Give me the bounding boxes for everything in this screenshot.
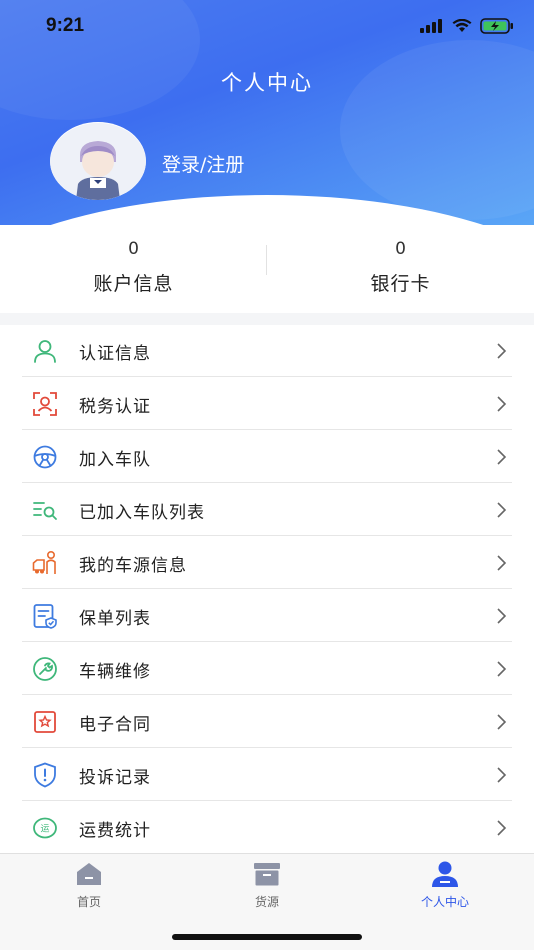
wifi-icon <box>452 19 472 32</box>
signal-icon <box>420 19 442 33</box>
menu-item-label: 保单列表 <box>79 609 151 629</box>
menu-item-policy-list[interactable]: 保单列表 <box>22 590 512 642</box>
chevron-right-icon <box>497 820 507 836</box>
chevron-right-icon <box>497 396 507 412</box>
bank-card-value: 0 <box>395 239 406 259</box>
avatar-icon <box>50 123 146 200</box>
bank-card-stat[interactable]: 0 银行卡 <box>267 225 534 313</box>
tab-cargo[interactable]: 货源 <box>178 860 356 920</box>
chevron-right-icon <box>497 343 507 359</box>
bank-card-label: 银行卡 <box>370 273 431 295</box>
freight-icon: 运 <box>33 817 57 839</box>
chevron-right-icon <box>497 502 507 518</box>
status-time: 9:21 <box>46 15 85 36</box>
chevron-right-icon <box>497 661 507 677</box>
tab-home[interactable]: 首页 <box>0 860 178 920</box>
policy-doc-icon <box>33 604 57 629</box>
home-icon <box>77 863 101 885</box>
login-register-link[interactable]: 登录/注册 <box>162 150 244 177</box>
tab-profile[interactable]: 个人中心 <box>356 860 534 920</box>
menu-item-label: 加入车队 <box>79 450 151 470</box>
account-info-label: 账户信息 <box>93 273 174 295</box>
truck-driver-icon <box>32 550 56 574</box>
account-stats: 0 账户信息 0 银行卡 <box>0 225 534 313</box>
user-icon <box>34 340 56 363</box>
battery-icon <box>480 18 513 34</box>
menu-item-vehicle-repair[interactable]: 车辆维修 <box>22 643 512 695</box>
page-title: 个人中心 <box>221 71 313 95</box>
chevron-right-icon <box>497 767 507 783</box>
account-info-value: 0 <box>128 239 139 259</box>
face-scan-icon <box>33 392 57 416</box>
chevron-right-icon <box>497 449 507 465</box>
list-search-icon <box>33 502 57 520</box>
menu-item-joined-fleet-list[interactable]: 已加入车队列表 <box>22 484 512 536</box>
shield-alert-icon <box>34 762 56 788</box>
menu-item-label: 投诉记录 <box>79 768 151 788</box>
steering-wheel-icon <box>33 445 57 469</box>
tab-label: 货源 <box>254 895 279 909</box>
account-info-stat[interactable]: 0 账户信息 <box>0 225 267 313</box>
contract-icon <box>34 711 56 733</box>
menu-item-e-contract[interactable]: 电子合同 <box>22 696 512 748</box>
menu-item-label: 电子合同 <box>79 715 151 735</box>
menu-item-my-vehicle-source[interactable]: 我的车源信息 <box>22 537 512 589</box>
menu-item-certification[interactable]: 认证信息 <box>22 325 512 377</box>
menu-item-freight-statistics[interactable]: 运 运费统计 <box>22 802 512 854</box>
avatar[interactable] <box>50 122 146 200</box>
tab-label: 个人中心 <box>420 895 469 909</box>
wrench-icon <box>33 657 57 681</box>
chevron-right-icon <box>497 555 507 571</box>
menu-list: 认证信息 税务认证 加入车队 已加入车队列表 我的车源信息 保单列表 车辆维修 … <box>0 325 534 853</box>
menu-item-complaint-records[interactable]: 投诉记录 <box>22 749 512 801</box>
status-bar: 9:21 <box>0 0 534 54</box>
menu-item-tax-certification[interactable]: 税务认证 <box>22 378 512 430</box>
chevron-right-icon <box>497 714 507 730</box>
status-icons <box>420 18 514 34</box>
home-indicator <box>172 934 362 940</box>
menu-item-label: 已加入车队列表 <box>79 503 205 523</box>
chevron-right-icon <box>497 608 507 624</box>
menu-item-label: 运费统计 <box>79 821 151 841</box>
menu-item-join-fleet[interactable]: 加入车队 <box>22 431 512 483</box>
menu-item-label: 税务认证 <box>79 397 151 417</box>
profile-icon <box>432 861 458 887</box>
tab-label: 首页 <box>76 895 101 909</box>
menu-item-label: 我的车源信息 <box>79 556 187 576</box>
freight-badge: 运 <box>40 824 49 835</box>
menu-item-label: 车辆维修 <box>79 662 151 682</box>
menu-item-label: 认证信息 <box>79 344 151 364</box>
cargo-box-icon <box>254 863 280 886</box>
